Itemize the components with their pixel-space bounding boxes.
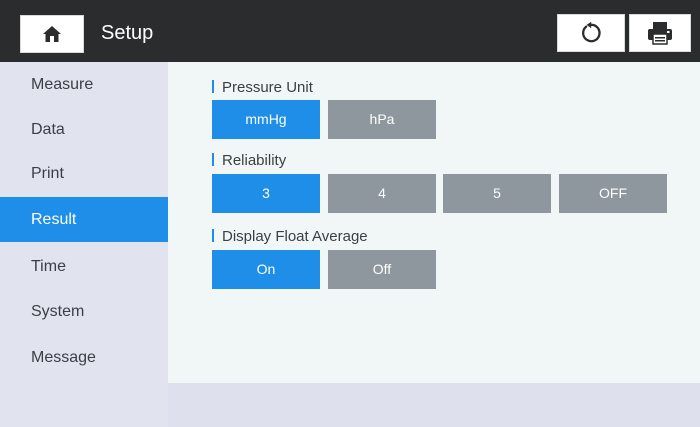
page-title: Setup [101, 22, 154, 44]
refresh-button[interactable] [557, 14, 625, 52]
display-float-average-heading: Display Float Average [212, 228, 368, 246]
display-float-average-title: Display Float Average [222, 228, 368, 245]
reliability-option-3[interactable]: 3 [212, 174, 320, 213]
reliability-heading: Reliability [212, 152, 286, 170]
home-icon [43, 26, 61, 42]
sidebar-item-result[interactable]: Result [0, 197, 168, 242]
sidebar-item-data[interactable]: Data [0, 107, 168, 152]
printer-icon [648, 22, 672, 45]
reliability-option-4[interactable]: 4 [328, 174, 436, 213]
display-float-average-option-on[interactable]: On [212, 250, 320, 289]
reliability-title: Reliability [222, 152, 287, 169]
refresh-icon [581, 21, 601, 43]
sidebar: Measure Data Print Result Time System Me… [0, 62, 168, 427]
sidebar-item-measure[interactable]: Measure [0, 62, 168, 107]
pressure-unit-heading: Pressure Unit [212, 79, 313, 97]
display-float-average-option-off[interactable]: Off [328, 250, 436, 289]
section-marker [212, 153, 214, 166]
reliability-option-5[interactable]: 5 [443, 174, 551, 213]
section-marker [212, 229, 214, 242]
section-marker [212, 80, 214, 93]
home-button[interactable] [20, 15, 84, 53]
print-button[interactable] [629, 14, 691, 52]
pressure-unit-title: Pressure Unit [222, 79, 313, 96]
pressure-unit-option-mmhg[interactable]: mmHg [212, 100, 320, 139]
sidebar-item-message[interactable]: Message [0, 335, 168, 380]
top-bar: Setup [0, 0, 700, 62]
bottom-bar [168, 383, 700, 427]
sidebar-item-print[interactable]: Print [0, 151, 168, 196]
pressure-unit-option-hpa[interactable]: hPa [328, 100, 436, 139]
reliability-option-off[interactable]: OFF [559, 174, 667, 213]
sidebar-item-time[interactable]: Time [0, 244, 168, 289]
sidebar-item-system[interactable]: System [0, 289, 168, 334]
